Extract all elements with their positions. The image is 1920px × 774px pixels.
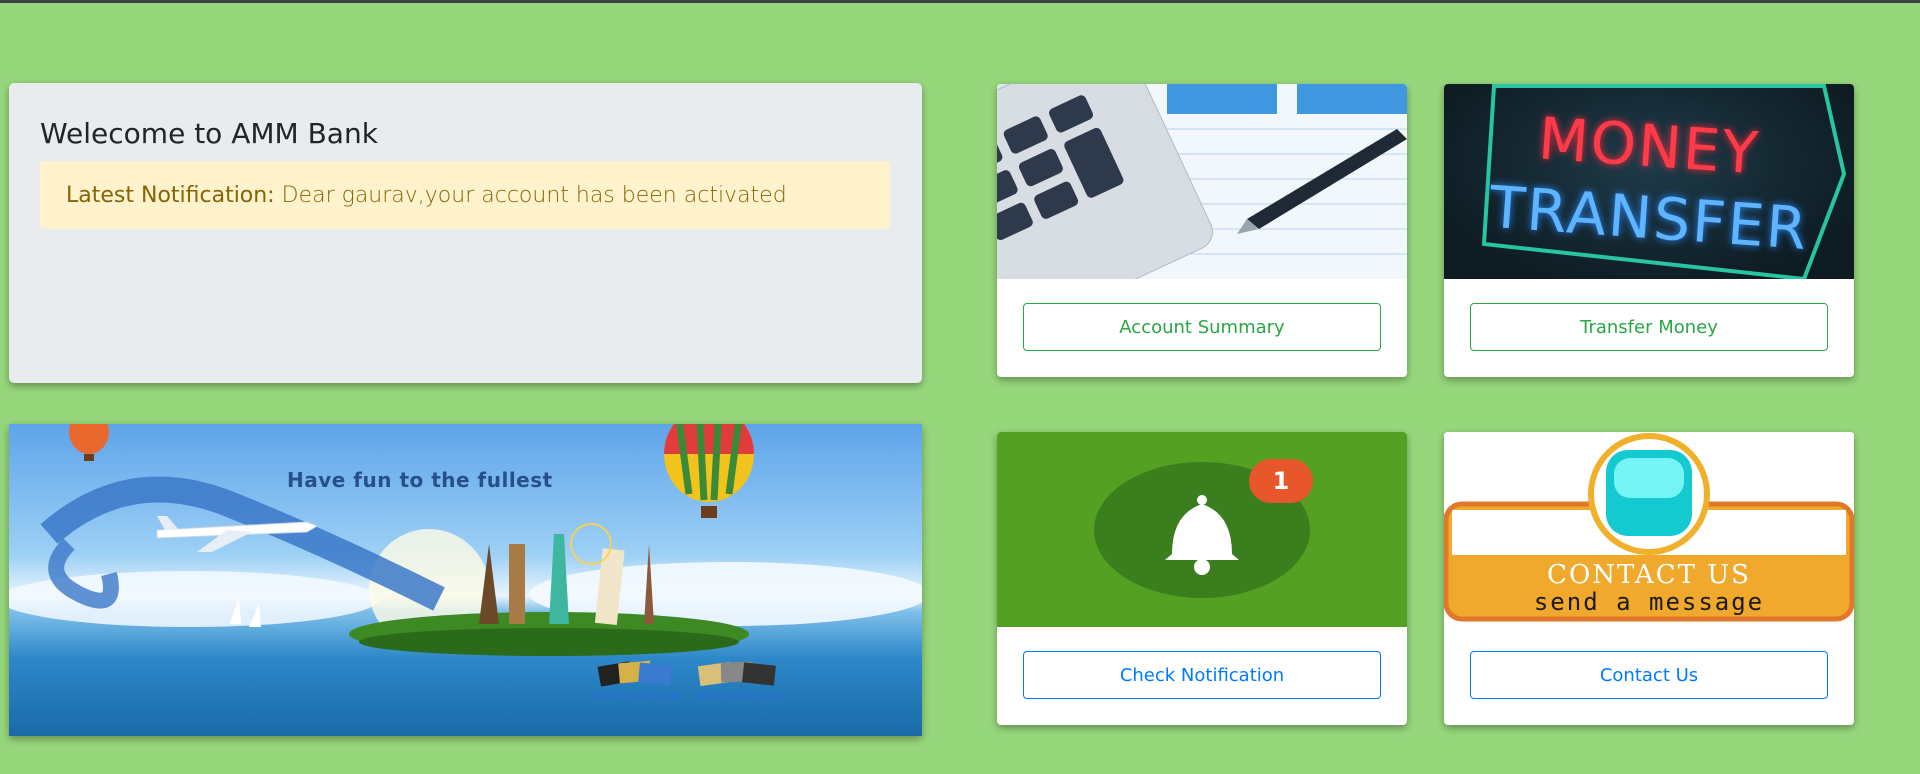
account-summary-card: Account Summary [997,84,1407,377]
hot-air-balloon-icon [664,424,754,518]
promo-banner: Have fun to the fullest MCB Credit Cards… [9,424,922,736]
transfer-money-card: MONEY TRANSFER Transfer Money [1444,84,1854,377]
debit-cards-label: MCB Debit Cards [697,692,783,702]
notification-message: Dear gaurav,your account has been activa… [281,183,787,208]
welcome-title: Welecome to AMM Bank [40,117,378,150]
check-notification-card: 1 Check Notification [997,432,1407,725]
contact-button-icon [1606,450,1692,536]
debit-cards-icon [697,661,776,687]
contact-us-image: CONTACT US send a message [1444,432,1854,627]
notification-badge: 1 [1249,459,1313,503]
contact-us-button[interactable]: Contact Us [1470,651,1828,699]
contact-us-card: CONTACT US send a message Contact Us [1444,432,1854,725]
transfer-money-image: MONEY TRANSFER [1444,84,1854,279]
notification-alert: Latest Notification: Dear gaurav,your ac… [40,161,890,229]
banner-tagline: Have fun to the fullest [287,468,553,492]
clock-tower-icon [509,544,525,624]
notification-image: 1 [997,432,1407,627]
notification-label: Latest Notification: [66,183,275,208]
credit-cards-label: MCB Credit Cards [594,692,683,702]
check-notification-button[interactable]: Check Notification [1023,651,1381,699]
account-summary-button[interactable]: Account Summary [1023,303,1381,351]
top-bar [0,0,1920,3]
contact-sign-subtitle: send a message [1533,588,1765,616]
statue-of-liberty-icon [549,534,569,624]
transfer-money-button[interactable]: Transfer Money [1470,303,1828,351]
contact-sign-title: CONTACT US [1547,560,1751,590]
welcome-panel: Welecome to AMM Bank Latest Notification… [9,83,922,383]
account-summary-image [997,84,1407,279]
small-balloon-icon [69,424,109,461]
credit-cards-icon [597,660,672,687]
